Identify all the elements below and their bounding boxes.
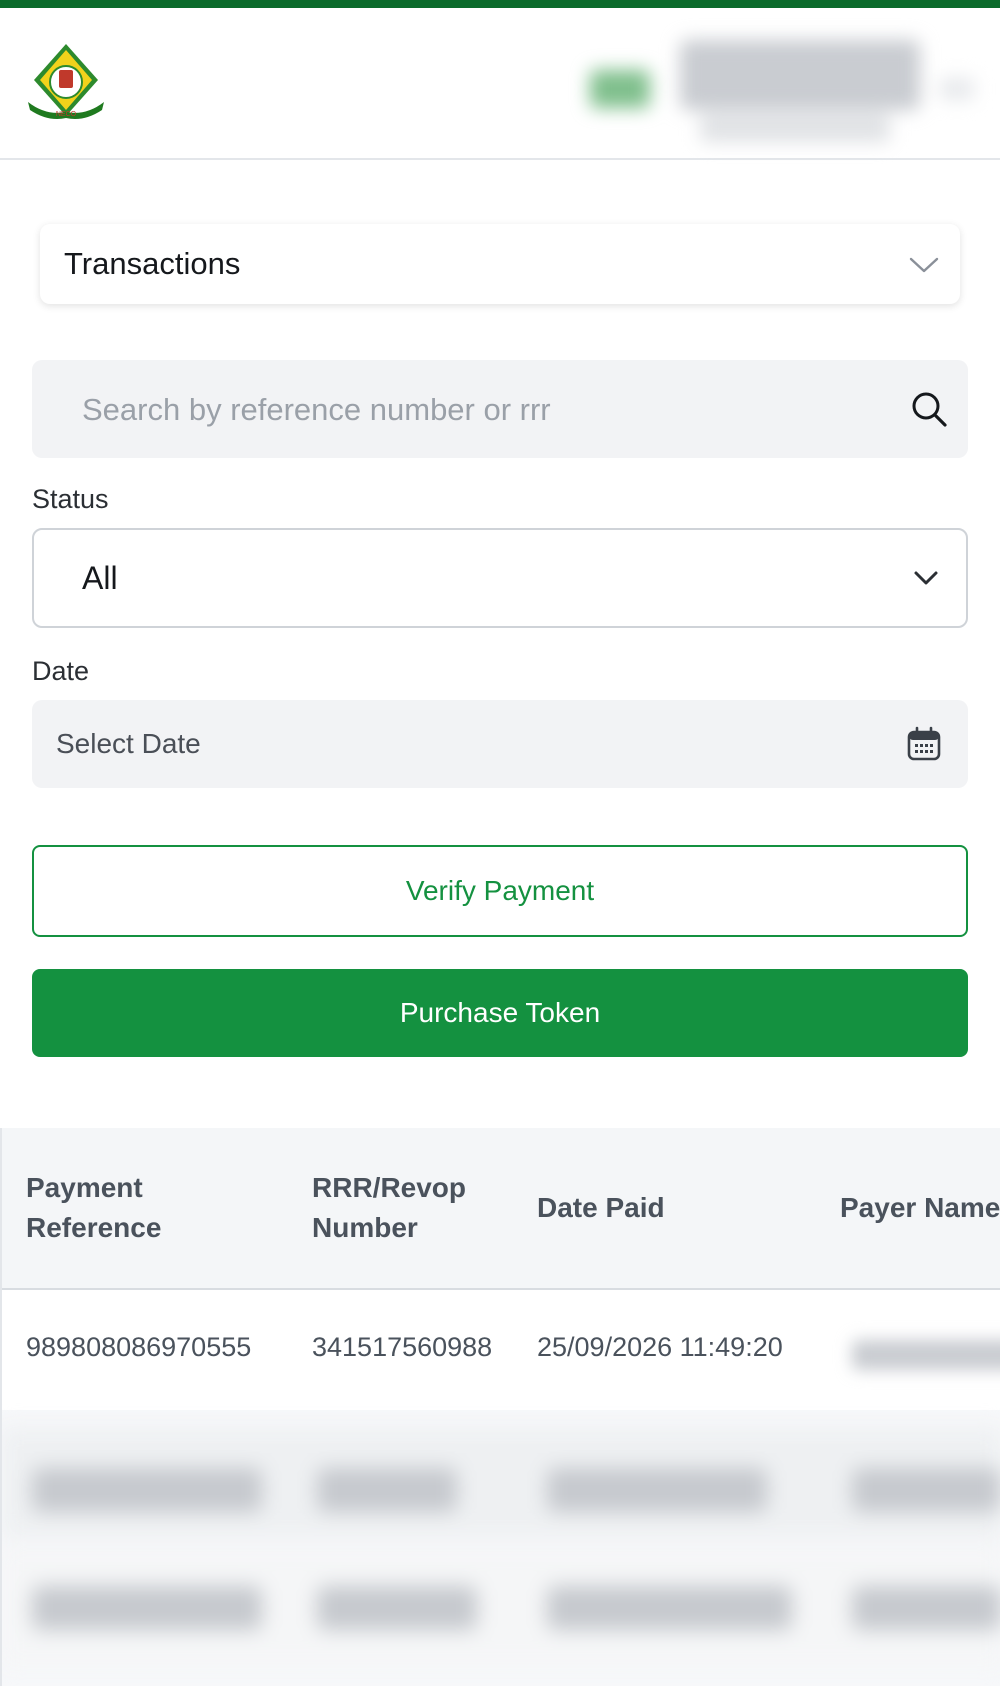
calendar-icon[interactable] bbox=[906, 726, 942, 762]
transactions-table: Payment Reference RRR/Revop Number Date … bbox=[0, 1128, 1000, 1686]
search-bar bbox=[32, 360, 968, 458]
search-icon[interactable] bbox=[910, 390, 948, 428]
purchase-token-button[interactable]: Purchase Token bbox=[32, 969, 968, 1057]
neco-logo[interactable]: NECO bbox=[26, 40, 110, 120]
neco-logo-graphic: NECO bbox=[28, 44, 104, 119]
table-row[interactable]: 989808086970555 341517560988 25/09/2026 … bbox=[2, 1290, 1000, 1410]
top-accent-bar bbox=[0, 0, 1000, 8]
date-label: Date bbox=[32, 656, 90, 686]
app-header: NECO bbox=[0, 8, 1000, 160]
column-header-date-paid[interactable]: Date Paid bbox=[537, 1188, 737, 1228]
logo-text: NECO bbox=[56, 111, 77, 118]
status-label: Status bbox=[32, 484, 109, 514]
table-header: Payment Reference RRR/Revop Number Date … bbox=[2, 1128, 1000, 1290]
status-selected-value: All bbox=[82, 560, 118, 596]
status-select[interactable]: All bbox=[32, 528, 968, 628]
column-header-payment-reference[interactable]: Payment Reference bbox=[26, 1168, 266, 1248]
section-dropdown[interactable]: Transactions bbox=[40, 224, 960, 304]
column-header-payer-name[interactable]: Payer Name bbox=[840, 1188, 1000, 1228]
payment-reference-cell: 989808086970555 bbox=[26, 1332, 252, 1362]
chevron-down-icon bbox=[909, 257, 939, 273]
payer-name-cell-redacted bbox=[822, 1300, 1000, 1400]
date-picker-field[interactable]: Select Date bbox=[32, 700, 968, 788]
rrr-number-cell: 341517560988 bbox=[312, 1332, 493, 1362]
chevron-down-icon bbox=[914, 571, 938, 585]
verify-payment-button[interactable]: Verify Payment bbox=[32, 845, 968, 937]
redacted-rows bbox=[2, 1418, 1000, 1686]
date-placeholder: Select Date bbox=[56, 728, 201, 759]
section-dropdown-label: Transactions bbox=[64, 246, 241, 281]
column-header-rrr-number[interactable]: RRR/Revop Number bbox=[312, 1168, 512, 1248]
date-paid-cell: 25/09/2026 11:49:20 bbox=[537, 1332, 783, 1362]
search-input[interactable] bbox=[80, 382, 864, 438]
user-profile-area-redacted[interactable] bbox=[560, 28, 980, 146]
